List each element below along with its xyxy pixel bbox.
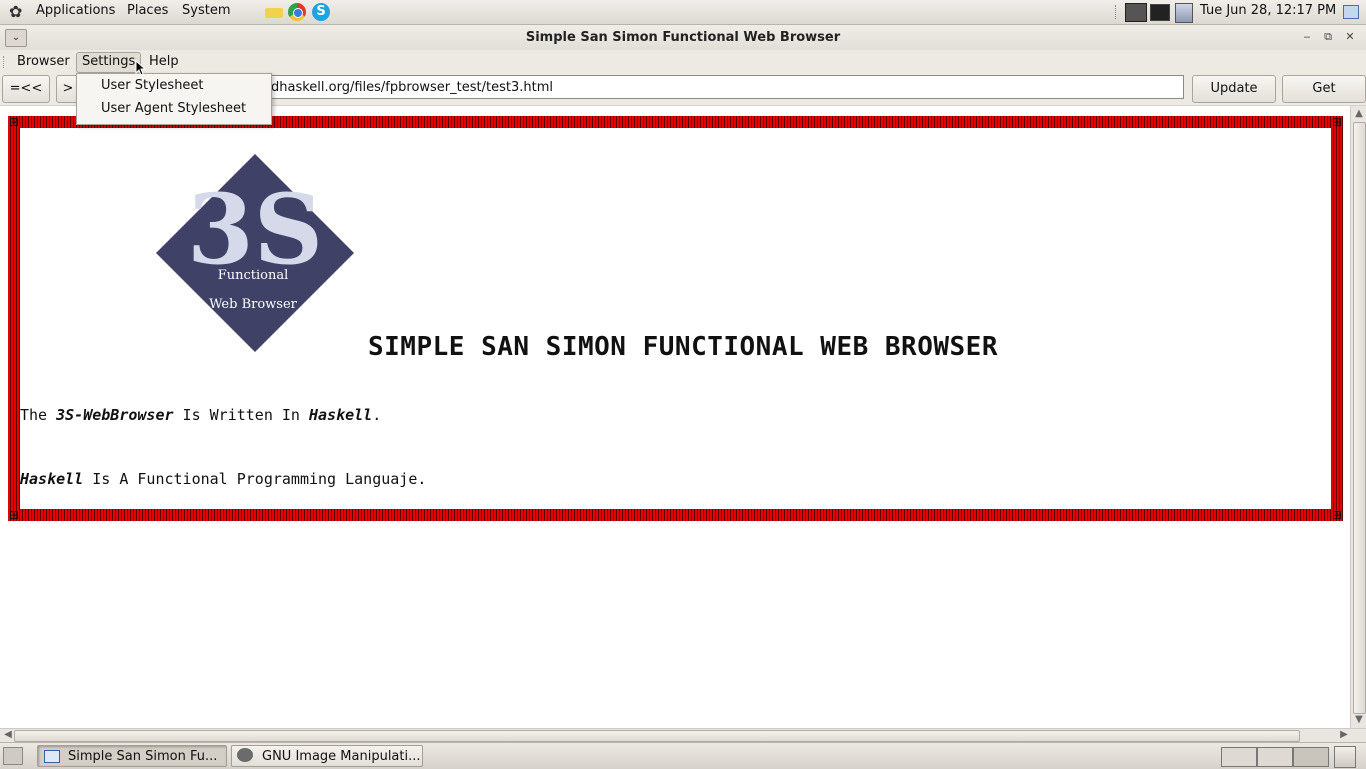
paragraph-2: Haskell Is A Functional Programming Lang… — [20, 470, 426, 488]
taskbar-item-browser[interactable]: Simple San Simon Fu... — [37, 745, 227, 767]
menu-item-user-stylesheet[interactable]: User Stylesheet — [101, 78, 204, 93]
3s-logo: 3S Functional Web Browser — [155, 153, 355, 353]
frame-corner-tr: ⊞ — [1331, 115, 1343, 129]
bottom-panel: Simple San Simon Fu... GNU Image Manipul… — [0, 742, 1366, 769]
system-menu[interactable]: System — [182, 3, 230, 18]
display-icon[interactable] — [1150, 4, 1170, 21]
trash-icon[interactable] — [1334, 746, 1356, 768]
page-body: 3S Functional Web Browser SIMPLE SAN SIM… — [20, 128, 1331, 509]
p1-prefix: The — [20, 406, 57, 424]
browser-window-icon — [44, 750, 60, 763]
chrome-icon[interactable] — [288, 3, 306, 21]
web-content[interactable]: ⊞ ⊞ ⊞ ⊞ 3S Functional Web Browser SIMPLE… — [0, 106, 1350, 728]
page-border-frame: ⊞ ⊞ ⊞ ⊞ 3S Functional Web Browser SIMPLE… — [8, 116, 1343, 521]
scroll-right-icon[interactable]: ▶ — [1338, 729, 1350, 740]
back-button[interactable]: =<< — [2, 75, 50, 103]
gimp-icon — [237, 748, 253, 762]
vertical-scroll-thumb[interactable] — [1353, 122, 1366, 714]
skype-icon[interactable]: S — [312, 3, 330, 21]
close-icon[interactable]: ✕ — [1342, 30, 1358, 44]
mouse-cursor-icon — [135, 60, 147, 76]
window-title: Simple San Simon Functional Web Browser — [525, 30, 841, 45]
p2-em: Haskell — [20, 470, 84, 488]
battery-icon[interactable] — [1175, 3, 1193, 23]
url-input[interactable]: dhaskell.org/files/fpbrowser_test/test3.… — [240, 75, 1184, 99]
minimize-icon[interactable]: ‒ — [1299, 30, 1315, 44]
show-desktop-button[interactable] — [3, 747, 23, 765]
logo-line2: Web Browser — [209, 297, 298, 312]
get-button[interactable]: Get — [1282, 75, 1366, 103]
window-titlebar[interactable]: ⌄ Simple San Simon Functional Web Browse… — [0, 25, 1366, 51]
frame-corner-bl: ⊞ — [8, 508, 20, 522]
p1-suffix: . — [372, 406, 382, 424]
p1-em2: Haskell — [309, 406, 373, 424]
workspace-chrome-icon[interactable] — [1221, 747, 1257, 767]
frame-corner-tl: ⊞ — [8, 115, 20, 129]
logo-line1: Functional — [218, 268, 289, 283]
settings-dropdown: User Stylesheet User Agent Stylesheet — [76, 73, 272, 125]
page-heading: SIMPLE SAN SIMON FUNCTIONAL WEB BROWSER — [368, 332, 998, 362]
vertical-scrollbar[interactable]: ▲ ▼ — [1350, 106, 1366, 728]
gnome-foot-icon[interactable]: ✿ — [9, 3, 27, 21]
menubar: Browser Settings Help — [0, 50, 1366, 73]
notification-area-handle — [1115, 5, 1119, 19]
network-monitor-icon[interactable] — [1125, 3, 1147, 22]
p1-mid: Is Written In — [173, 406, 309, 424]
horizontal-scrollbar[interactable]: ◀ ▶ — [0, 728, 1366, 743]
logo-diamond: 3S Functional Web Browser — [156, 154, 354, 352]
scroll-up-icon[interactable]: ▲ — [1351, 108, 1366, 119]
top-panel: ✿ Applications Places System S Tue Jun 2… — [0, 0, 1366, 25]
places-menu[interactable]: Places — [127, 3, 168, 18]
show-desktop-icon[interactable] — [1343, 5, 1359, 19]
menu-item-user-agent-stylesheet[interactable]: User Agent Stylesheet — [101, 101, 246, 116]
workspace-empty[interactable] — [1293, 747, 1329, 767]
horizontal-scroll-thumb[interactable] — [14, 730, 1300, 742]
workspace-window-icon[interactable] — [1257, 747, 1293, 767]
scroll-left-icon[interactable]: ◀ — [2, 729, 14, 740]
update-button[interactable]: Update — [1192, 75, 1276, 103]
taskbar-item-gimp[interactable]: GNU Image Manipulati... — [231, 745, 423, 767]
menu-browser[interactable]: Browser — [12, 52, 75, 71]
menu-help[interactable]: Help — [144, 52, 184, 71]
paragraph-1: The 3S-WebBrowser Is Written In Haskell. — [20, 406, 381, 424]
p1-em1: 3S-WebBrowser — [56, 406, 174, 424]
clock[interactable]: Tue Jun 28, 12:17 PM — [1200, 3, 1336, 18]
p2-rest: Is A Functional Programming Languaje. — [83, 470, 427, 488]
applications-menu[interactable]: Applications — [36, 3, 115, 18]
menu-settings[interactable]: Settings — [76, 52, 142, 73]
frame-corner-br: ⊞ — [1331, 508, 1343, 522]
scroll-down-icon[interactable]: ▼ — [1351, 714, 1366, 725]
folder-icon[interactable] — [265, 8, 283, 18]
maximize-icon[interactable]: ⧉ — [1320, 30, 1336, 44]
menubar-grip — [3, 56, 7, 68]
